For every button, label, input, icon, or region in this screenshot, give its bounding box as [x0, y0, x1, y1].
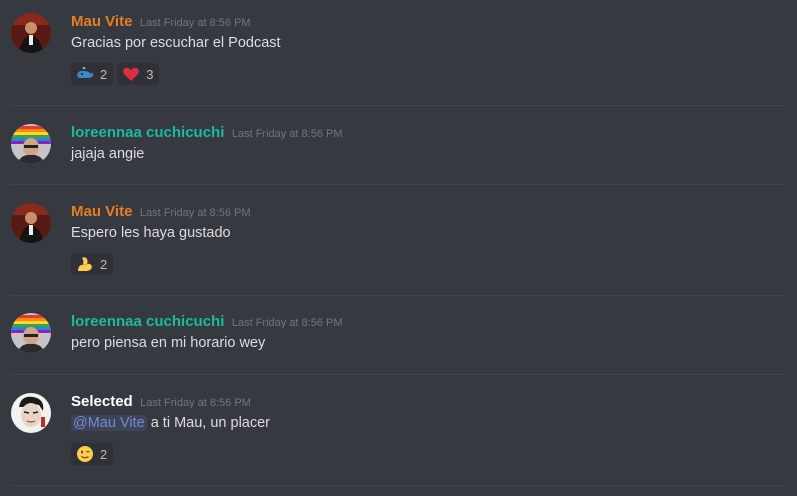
reactions: 2 [71, 443, 114, 465]
reactions: 2 3 [71, 63, 160, 85]
message-text-body: a ti Mau, un placer [146, 415, 271, 431]
author-name[interactable]: Mau Vite [71, 13, 132, 30]
reaction-winking-face[interactable]: 2 [71, 443, 114, 465]
whale-icon [76, 65, 94, 83]
message-divider [10, 295, 786, 296]
message-divider [10, 105, 786, 106]
selected-avatar-image [11, 393, 51, 433]
winking-face-icon [76, 445, 94, 463]
timestamp: Last Friday at 8:56 PM [140, 397, 251, 409]
loreennaa-avatar-image [11, 124, 51, 164]
message-text: @Mau Vite a ti Mau, un placer [71, 415, 270, 431]
loreennaa-avatar-image [11, 313, 51, 353]
reaction-count: 3 [146, 66, 154, 82]
author-name[interactable]: loreennaa cuchicuchi [71, 124, 224, 141]
reaction-count: 2 [100, 256, 108, 272]
timestamp: Last Friday at 8:56 PM [139, 207, 251, 219]
avatar-loreennaa[interactable] [11, 313, 51, 353]
timestamp: Last Friday at 8:56 PM [139, 17, 251, 29]
mau-vite-avatar-image [11, 13, 51, 53]
avatar-selected[interactable] [11, 393, 51, 433]
message-text: pero piensa en mi horario wey [71, 335, 266, 351]
avatar-mau-vite[interactable] [11, 203, 51, 243]
message-divider [10, 485, 786, 486]
reaction-flexed-biceps[interactable]: 2 [71, 253, 114, 275]
message-text: Espero les haya gustado [71, 225, 231, 241]
reaction-count: 2 [100, 446, 108, 462]
author-name[interactable]: Mau Vite [71, 203, 132, 220]
message-divider [10, 184, 786, 185]
reaction-count: 2 [100, 66, 108, 82]
user-mention[interactable]: @Mau Vite [71, 415, 147, 431]
message-divider [10, 374, 786, 375]
reaction-whale[interactable]: 2 [71, 63, 114, 85]
message-text: Gracias por escuchar el Podcast [71, 35, 281, 51]
message-text: jajaja angie [71, 146, 145, 162]
reactions: 2 [71, 253, 114, 275]
flexed-biceps-icon [76, 255, 94, 273]
mau-vite-avatar-image [11, 203, 51, 243]
avatar-mau-vite[interactable] [11, 13, 51, 53]
reaction-heart[interactable]: 3 [117, 63, 160, 85]
author-name[interactable]: Selected [71, 393, 133, 410]
avatar-loreennaa[interactable] [11, 124, 51, 164]
timestamp: Last Friday at 8:56 PM [231, 317, 343, 329]
timestamp: Last Friday at 8:56 PM [231, 128, 343, 140]
author-name[interactable]: loreennaa cuchicuchi [71, 313, 224, 330]
red-heart-icon [122, 65, 140, 83]
